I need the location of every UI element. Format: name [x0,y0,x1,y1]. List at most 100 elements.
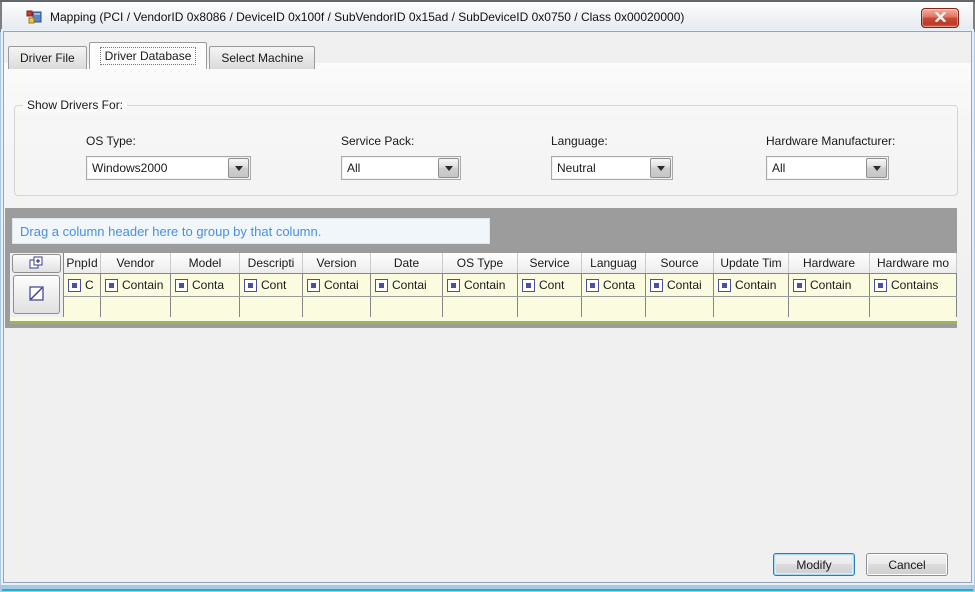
new-row-cell[interactable] [443,297,518,317]
cancel-button[interactable]: Cancel [866,553,948,576]
chevron-down-icon [445,166,453,171]
customize-columns-button[interactable] [12,254,61,273]
filter-type-icon[interactable] [718,279,731,292]
column-header-service-pack[interactable]: Service [518,253,582,273]
filter-type-icon[interactable] [105,279,118,292]
new-row-cell[interactable] [240,297,303,317]
filter-cell-hardware-model[interactable]: Contains [870,274,957,296]
window-title: Mapping (PCI / VendorID 0x8086 / DeviceI… [50,10,684,24]
filter-cell-source[interactable]: Contai [646,274,714,296]
chevron-down-icon [873,166,881,171]
close-icon [935,11,946,25]
dropdown-button[interactable] [438,158,459,178]
filter-cell-model[interactable]: Conta [171,274,240,296]
filter-type-icon[interactable] [244,279,257,292]
new-row-cell[interactable] [64,297,101,317]
client-area: Driver File Driver Database Select Machi… [4,32,971,582]
window-bottom-accent [2,589,973,591]
new-row-cell[interactable] [171,297,240,317]
filter-cell-os-type[interactable]: Contain [443,274,518,296]
group-by-area[interactable]: Drag a column header here to group by th… [12,218,490,244]
filter-type-icon[interactable] [586,279,599,292]
new-row-cell[interactable] [789,297,870,317]
new-row-cell[interactable] [371,297,443,317]
filter-text: Contai [667,278,702,292]
new-row-cell[interactable] [518,297,582,317]
filter-text: Contai [324,278,359,292]
dropdown-button[interactable] [650,158,671,178]
column-header-version[interactable]: Version [303,253,371,273]
filter-text: Cont [539,278,564,292]
filter-type-icon[interactable] [650,279,663,292]
service-pack-label: Service Pack: [341,134,414,148]
new-row-cell[interactable] [714,297,789,317]
close-button[interactable] [921,8,959,28]
hardware-manufacturer-combobox[interactable]: All [766,156,889,180]
language-combobox[interactable]: Neutral [551,156,673,180]
columns-icon [29,256,44,272]
tab-label: Driver Database [101,48,196,64]
filter-cell-hardware-manufacturer[interactable]: Contain [789,274,870,296]
dropdown-button[interactable] [228,158,249,178]
column-header-date[interactable]: Date [371,253,443,273]
tab-select-machine[interactable]: Select Machine [209,46,315,69]
dropdown-button[interactable] [866,158,887,178]
filter-cell-language[interactable]: Conta [582,274,646,296]
tab-driver-file[interactable]: Driver File [8,46,87,69]
edit-filter-button[interactable] [13,275,60,314]
filter-cell-version[interactable]: Contai [303,274,371,296]
new-row-cell[interactable] [101,297,171,317]
column-header-model[interactable]: Model [171,253,240,273]
filter-cell-pnpid[interactable]: C [64,274,101,296]
os-type-combobox[interactable]: Windows2000 [86,156,251,180]
grid-new-row [64,296,957,317]
column-header-hardware-model[interactable]: Hardware mo [870,253,957,273]
filter-text: C [85,278,94,292]
filter-cell-date[interactable]: Contai [371,274,443,296]
os-type-label: OS Type: [86,134,136,148]
column-header-hardware-manufacturer[interactable]: Hardware [789,253,870,273]
grid-header-row: PnpId Vendor Model Descripti Version Dat… [64,253,957,274]
new-row-cell[interactable] [870,297,957,317]
column-header-pnpid[interactable]: PnpId [64,253,101,273]
filter-text: Contain [735,278,776,292]
filter-text: Cont [261,278,286,292]
column-header-description[interactable]: Descripti [240,253,303,273]
filter-type-icon[interactable] [793,279,806,292]
column-header-os-type[interactable]: OS Type [443,253,518,273]
combobox-value: All [767,161,866,175]
combobox-value: Windows2000 [87,161,228,175]
filter-cell-description[interactable]: Cont [240,274,303,296]
groupbox-title: Show Drivers For: [23,98,127,112]
column-header-vendor[interactable]: Vendor [101,253,171,273]
filter-cell-update-time[interactable]: Contain [714,274,789,296]
column-header-update-time[interactable]: Update Tim [714,253,789,273]
new-row-cell[interactable] [303,297,371,317]
crossed-box-icon [28,285,45,305]
filter-type-icon[interactable] [375,279,388,292]
filter-type-icon[interactable] [175,279,188,292]
column-header-language[interactable]: Languag [582,253,646,273]
filter-cell-service-pack[interactable]: Cont [518,274,582,296]
tab-label: Driver File [20,51,75,65]
chevron-down-icon [235,166,243,171]
filter-type-icon[interactable] [307,279,320,292]
combobox-value: All [342,161,438,175]
new-row-cell[interactable] [646,297,714,317]
filter-text: Conta [603,278,635,292]
filter-type-icon[interactable] [68,279,81,292]
filter-type-icon[interactable] [447,279,460,292]
service-pack-combobox[interactable]: All [341,156,461,180]
chevron-down-icon [657,166,665,171]
new-row-cell[interactable] [582,297,646,317]
drivers-grid: PnpId Vendor Model Descripti Version Dat… [10,253,957,324]
hardware-manufacturer-label: Hardware Manufacturer: [766,134,895,148]
filter-text: Contain [122,278,163,292]
tab-driver-database[interactable]: Driver Database [89,42,208,69]
filter-type-icon[interactable] [874,279,887,292]
filter-type-icon[interactable] [522,279,535,292]
column-header-source[interactable]: Source [646,253,714,273]
modify-button[interactable]: Modify [773,553,855,576]
filter-cell-vendor[interactable]: Contain [101,274,171,296]
grid-bottom-border [10,321,957,324]
